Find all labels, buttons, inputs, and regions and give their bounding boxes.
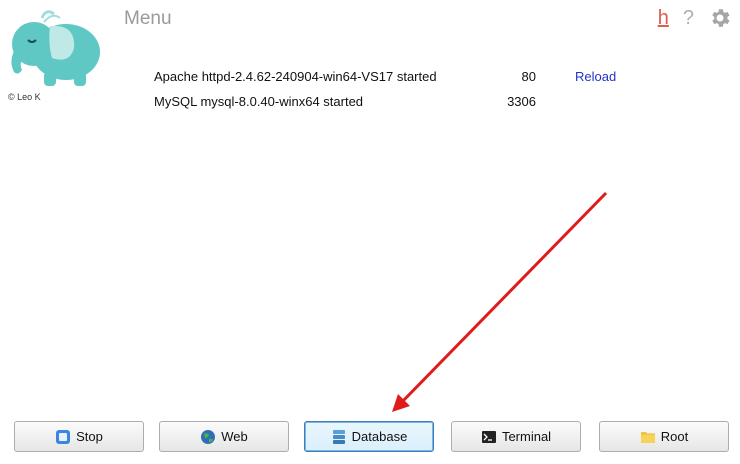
database-button-label: Database (351, 429, 408, 444)
root-button-label: Root (660, 429, 689, 444)
stop-square-icon (56, 429, 71, 444)
app-window: © Leo K Menu h ? Apache httpd-2.4.62-240… (0, 0, 740, 464)
terminal-button-label: Terminal (501, 429, 552, 444)
web-button-label: Web (221, 429, 248, 444)
service-name: MySQL mysql-8.0.40-winx64 started (154, 94, 364, 109)
database-button[interactable]: Database (304, 421, 434, 452)
help-h-link[interactable]: h (658, 7, 669, 30)
reload-link[interactable]: Reload (575, 69, 616, 84)
web-button[interactable]: Web (159, 421, 289, 452)
folder-icon (640, 431, 655, 443)
root-button[interactable]: Root (599, 421, 729, 452)
terminal-button[interactable]: Terminal (451, 421, 581, 452)
page-title: Menu (124, 8, 172, 29)
database-icon (332, 429, 345, 444)
terminal-icon (481, 430, 496, 443)
service-row-apache: Apache httpd-2.4.62-240904-win64-VS17 st… (154, 69, 634, 94)
elephant-logo-icon (11, 10, 100, 86)
copyright-text: © Leo K (8, 92, 41, 102)
stop-button[interactable]: Stop (14, 421, 144, 452)
service-port: 3306 (507, 94, 536, 109)
service-row-mysql: MySQL mysql-8.0.40-winx64 started 3306 (154, 94, 634, 119)
help-question-icon[interactable]: ? (683, 7, 694, 30)
top-toolbar: h ? (658, 6, 732, 30)
gear-icon[interactable] (708, 6, 732, 30)
globe-icon (201, 429, 216, 444)
services-list: Apache httpd-2.4.62-240904-win64-VS17 st… (154, 69, 634, 119)
service-port: 80 (521, 69, 536, 84)
stop-button-label: Stop (76, 429, 103, 444)
service-name: Apache httpd-2.4.62-240904-win64-VS17 st… (154, 69, 437, 84)
